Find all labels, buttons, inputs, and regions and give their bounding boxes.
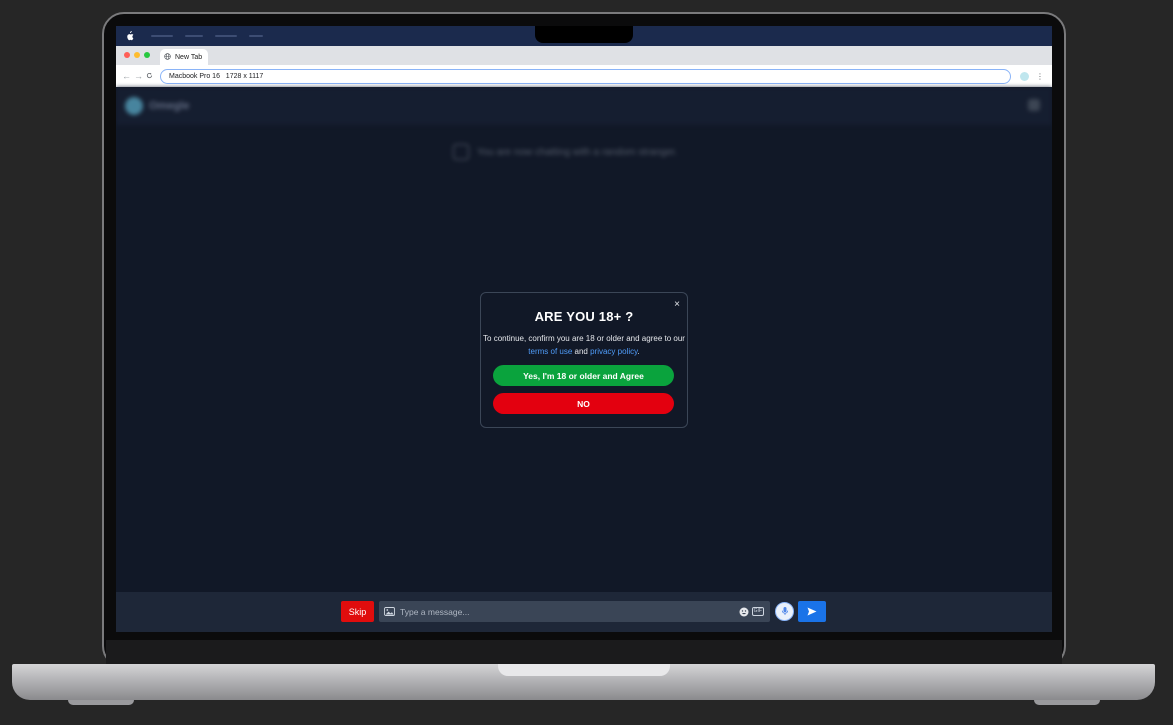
send-icon xyxy=(807,603,817,621)
image-upload-icon[interactable] xyxy=(384,607,395,616)
menu-item-placeholder[interactable] xyxy=(249,35,263,37)
chat-app: Omegle You are now chatting with a rando… xyxy=(116,87,1052,632)
laptop-foot xyxy=(1034,700,1100,705)
back-icon[interactable]: ← xyxy=(122,71,131,81)
app-header: Omegle xyxy=(116,87,1052,125)
profile-avatar[interactable] xyxy=(1020,71,1029,81)
age-verification-modal: × ARE YOU 18+ ? To continue, confirm you… xyxy=(480,292,688,428)
status-text: You are now chatting with a random stran… xyxy=(477,146,678,158)
address-bar[interactable]: Macbook Pro 16 1728 x 1117 xyxy=(160,68,1011,84)
reload-icon[interactable] xyxy=(146,71,153,81)
send-button[interactable] xyxy=(798,601,826,622)
logo-icon xyxy=(125,97,143,115)
modal-description: To continue, confirm you are 18 or older… xyxy=(481,332,687,358)
chat-input-bar: Skip Type a message... GIF xyxy=(116,592,1052,632)
microphone-button[interactable] xyxy=(775,602,794,621)
microphone-icon xyxy=(781,603,789,621)
more-menu-icon[interactable]: ⋮ xyxy=(1036,72,1044,81)
tab-title: New Tab xyxy=(175,53,203,61)
message-placeholder: Type a message... xyxy=(400,606,470,617)
forward-icon[interactable]: → xyxy=(134,71,143,81)
privacy-policy-link[interactable]: privacy policy xyxy=(590,347,637,356)
modal-text-before: To continue, confirm you are 18 or older… xyxy=(483,334,685,343)
agree-button[interactable]: Yes, I'm 18 or older and Agree xyxy=(493,365,674,386)
modal-text-and: and xyxy=(572,347,591,356)
laptop-base-notch xyxy=(498,664,670,676)
maximize-window-button[interactable] xyxy=(144,52,150,58)
menu-item-placeholder[interactable] xyxy=(151,35,173,37)
modal-title: ARE YOU 18+ ? xyxy=(534,309,634,324)
menu-icon[interactable] xyxy=(1028,99,1040,111)
laptop-chin xyxy=(106,640,1062,664)
screen: New Tab ← → Macbook Pro 16 1728 x 1117 ⋮… xyxy=(116,26,1052,632)
browser-tab[interactable]: New Tab xyxy=(160,49,208,65)
emoji-icon[interactable] xyxy=(739,607,749,617)
menu-item-placeholder[interactable] xyxy=(185,35,203,37)
browser-toolbar: ← → Macbook Pro 16 1728 x 1117 ⋮ xyxy=(116,65,1052,87)
close-icon[interactable]: × xyxy=(674,299,680,310)
apple-icon[interactable] xyxy=(125,29,139,43)
minimize-window-button[interactable] xyxy=(134,52,140,58)
decline-button[interactable]: NO xyxy=(493,393,674,414)
menu-item-placeholder[interactable] xyxy=(215,35,237,37)
camera-notch xyxy=(535,26,633,43)
address-text: Macbook Pro 16 1728 x 1117 xyxy=(169,72,264,80)
message-input[interactable]: Type a message... GIF xyxy=(379,601,770,622)
browser-tabbar: New Tab xyxy=(116,46,1052,65)
gif-icon[interactable]: GIF xyxy=(751,607,764,616)
info-icon xyxy=(453,144,469,160)
app-brand: Omegle xyxy=(149,100,190,112)
skip-button[interactable]: Skip xyxy=(341,601,374,622)
terms-of-use-link[interactable]: terms of use xyxy=(528,347,572,356)
laptop-foot xyxy=(68,700,134,705)
close-window-button[interactable] xyxy=(124,52,130,58)
chat-status: You are now chatting with a random stran… xyxy=(453,144,677,160)
window-controls xyxy=(124,52,150,58)
modal-text-end: . xyxy=(637,347,640,356)
globe-icon xyxy=(164,52,171,62)
